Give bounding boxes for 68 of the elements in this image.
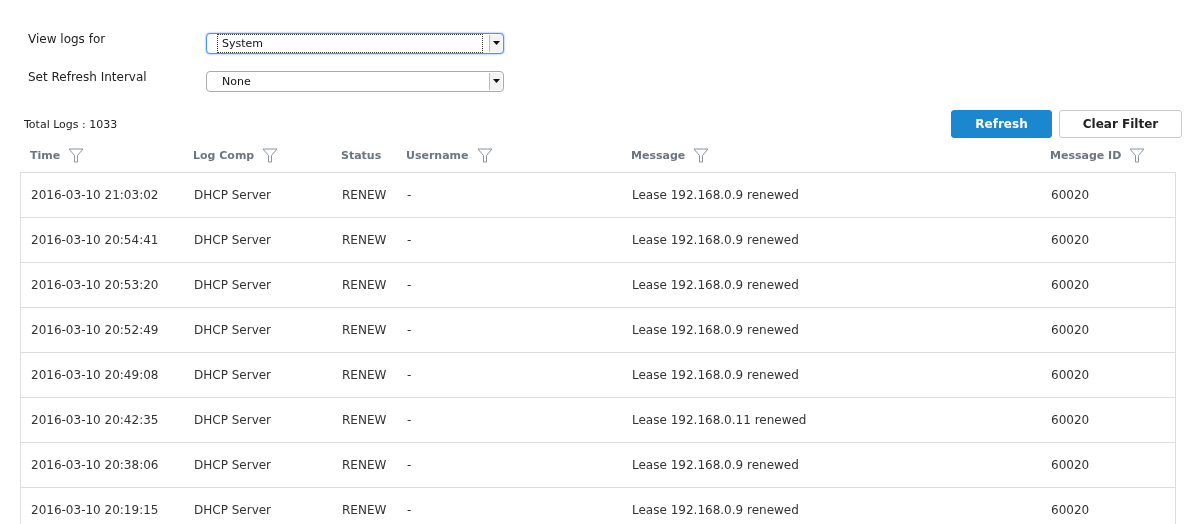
table-cell-text: DHCP Server (193, 233, 273, 247)
table-cell-text: DHCP Server (193, 368, 273, 382)
table-cell-text: 2016-03-10 20:53:20 (30, 278, 160, 292)
table-cell-text: Lease 192.168.0.9 renewed (631, 233, 800, 247)
total-logs: Total Logs : 1033 (23, 117, 118, 131)
column-header: Log Comp (193, 148, 255, 162)
table-cell-text: DHCP Server (193, 278, 273, 292)
filter-icon[interactable] (68, 147, 85, 163)
table-cell-text: 60020 (1050, 323, 1091, 337)
table-cell-text: 60020 (1050, 503, 1091, 517)
table-cell-text: RENEW (341, 368, 388, 382)
table-cell-text: DHCP Server (193, 503, 273, 517)
table-cell-text: - (406, 233, 413, 247)
table-cell-text: Lease 192.168.0.11 renewed (631, 413, 808, 427)
column-header: Username (406, 148, 469, 162)
table-cell-text: 2016-03-10 20:42:35 (30, 413, 160, 427)
table-cell-text: 2016-03-10 21:03:02 (30, 188, 160, 202)
table-cell-text: RENEW (341, 233, 388, 247)
table-cell-text: 60020 (1050, 278, 1091, 292)
table-cell-text: RENEW (341, 413, 388, 427)
filter-icon[interactable] (262, 147, 279, 163)
table-cell-text: RENEW (341, 278, 388, 292)
table-cell-text: Lease 192.168.0.9 renewed (631, 278, 800, 292)
filter-icon[interactable] (693, 147, 710, 163)
table-cell-text: 2016-03-10 20:52:49 (30, 323, 160, 337)
column-header: Time (30, 148, 61, 162)
dropdown[interactable]: System (206, 32, 504, 54)
table-cell-text: - (406, 278, 413, 292)
table-cell-text: RENEW (341, 323, 388, 337)
table-cell-text: 60020 (1050, 458, 1091, 472)
table-cell-text: DHCP Server (193, 413, 273, 427)
table-cell-text: Lease 192.168.0.9 renewed (631, 458, 800, 472)
table-cell-text: 60020 (1050, 368, 1091, 382)
table-cell-text: 2016-03-10 20:19:15 (30, 503, 160, 517)
table-cell-text: - (406, 188, 413, 202)
column-header: Status (341, 148, 382, 162)
column-header: Message ID (1050, 148, 1122, 162)
table-cell-text: RENEW (341, 503, 388, 517)
table-cell-text: - (406, 503, 413, 517)
table-cell-text: - (406, 323, 413, 337)
table-cell-text: 2016-03-10 20:54:41 (30, 233, 160, 247)
refresh-button[interactable]: Refresh (951, 110, 1052, 138)
field-label: Set Refresh Interval (28, 70, 148, 84)
table-cell-text: - (406, 458, 413, 472)
table-cell-text: RENEW (341, 188, 388, 202)
caret-icon (492, 41, 500, 45)
table-cell-text: - (406, 413, 413, 427)
filter-icon[interactable] (476, 147, 493, 163)
table-cell-text: DHCP Server (193, 188, 273, 202)
table-cell-text: 2016-03-10 20:49:08 (30, 368, 160, 382)
table-cell-text: Lease 192.168.0.9 renewed (631, 188, 800, 202)
field-label: View logs for (28, 32, 107, 46)
table-cell-text: 60020 (1050, 233, 1091, 247)
table-cell-text: 2016-03-10 20:38:06 (30, 458, 160, 472)
filter-icon[interactable] (1129, 147, 1146, 163)
table-cell-text: Lease 192.168.0.9 renewed (631, 503, 800, 517)
column-header: Message (631, 148, 686, 162)
caret-icon (492, 79, 500, 83)
table-cell-text: RENEW (341, 458, 388, 472)
table-cell-text: - (406, 368, 413, 382)
table-cell-text: Lease 192.168.0.9 renewed (631, 323, 800, 337)
table-cell-text: DHCP Server (193, 323, 273, 337)
table-cell-text: Lease 192.168.0.9 renewed (631, 368, 800, 382)
table-cell-text: 60020 (1050, 413, 1091, 427)
dropdown[interactable]: None (206, 70, 504, 92)
table-cell-text: 60020 (1050, 188, 1091, 202)
clear-filter-button[interactable]: Clear Filter (1059, 110, 1182, 138)
table-cell-text: DHCP Server (193, 458, 273, 472)
